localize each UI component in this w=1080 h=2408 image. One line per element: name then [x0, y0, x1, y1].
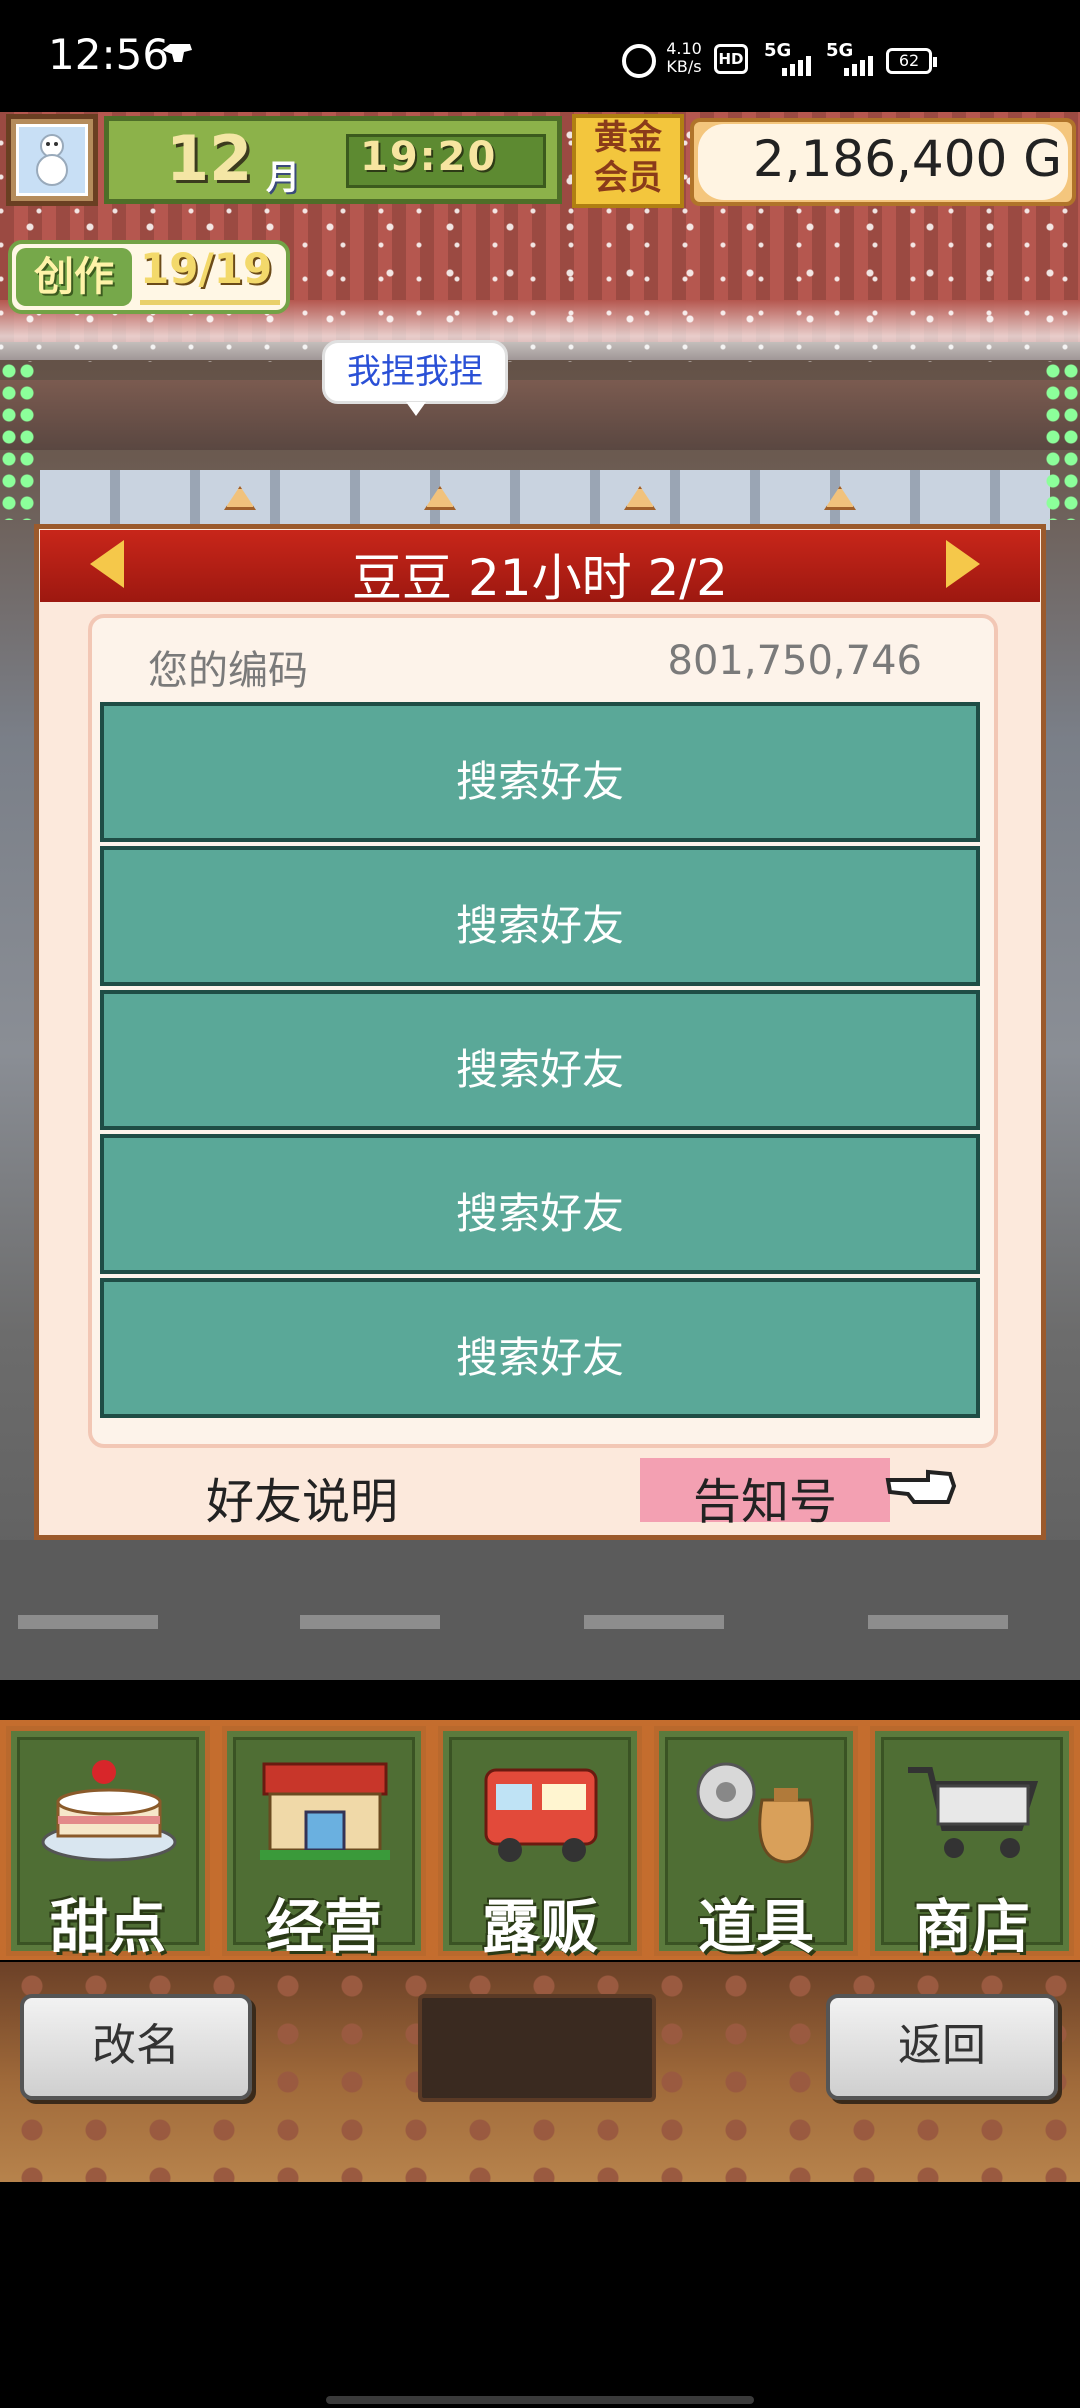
road [0, 1540, 1080, 1680]
signal-icon [782, 56, 814, 76]
menu-items-label: 道具 [697, 1893, 814, 1961]
search-friend-label: 搜索好友 [455, 1333, 624, 1382]
hd-icon: HD [714, 44, 748, 74]
friend-help-button[interactable]: 好友说明 [206, 1462, 398, 1532]
speech-bubble-tail [406, 402, 426, 416]
your-code-label: 您的编码 [148, 648, 308, 694]
road-line [584, 1615, 724, 1629]
create-count: 19/19 [140, 244, 273, 293]
prev-arrow-icon[interactable] [90, 540, 124, 588]
snowman-icon [36, 134, 68, 186]
battery-icon: 62 [886, 48, 937, 74]
food-truck-icon [484, 1768, 598, 1862]
gold-member-label: 黄金会员 [594, 118, 662, 198]
road-line [868, 1615, 1008, 1629]
gesture-nav-bar[interactable] [326, 2396, 754, 2404]
game-clock: 19:20 [360, 134, 498, 180]
shopping-cart-icon [908, 1767, 1039, 1858]
month-unit: 月 [266, 158, 300, 198]
search-friend-label: 搜索好友 [455, 1045, 624, 1094]
signal-icon [844, 56, 876, 76]
back-button[interactable]: 返回 [826, 1994, 1058, 2100]
your-code-value: 801,750,746 [667, 638, 922, 684]
item-bag-icon [696, 1762, 814, 1864]
create-underline [140, 300, 280, 305]
search-friend-label: 搜索好友 [455, 1189, 624, 1238]
search-friend-label: 搜索好友 [455, 901, 624, 950]
create-label: 创作 [16, 248, 132, 306]
month-number: 12 [166, 122, 253, 195]
search-friend-label: 搜索好友 [455, 757, 624, 806]
road-line [18, 1615, 158, 1629]
shop-icon [260, 1762, 390, 1860]
money-amount: 2,186,400 G [752, 130, 1062, 188]
alarm-icon [622, 44, 656, 78]
string-lights [1044, 360, 1080, 520]
menu-shop-label: 商店 [913, 1893, 1030, 1961]
status-time: 12:56 [48, 30, 170, 79]
store-window [40, 470, 1050, 530]
center-slot [418, 1994, 656, 2102]
notice-label: 告知号 [692, 1474, 837, 1530]
pointing-hand-icon [885, 1469, 957, 1504]
menu-dessert-label: 甜点 [49, 1893, 166, 1961]
menu-management-label: 经营 [265, 1893, 382, 1961]
speech-bubble: 我捏我捏 [322, 340, 508, 404]
string-lights [0, 360, 36, 520]
rename-button[interactable]: 改名 [20, 1994, 252, 2100]
panel-title: 豆豆 21小时 2/2 [352, 549, 728, 607]
lights-beam [0, 380, 1080, 450]
cat-icon [162, 44, 192, 62]
road-line [300, 1615, 440, 1629]
network-speed: 4.10 KB/s [666, 39, 702, 76]
menu-stall-label: 露贩 [481, 1893, 598, 1961]
cake-icon [41, 1760, 177, 1862]
